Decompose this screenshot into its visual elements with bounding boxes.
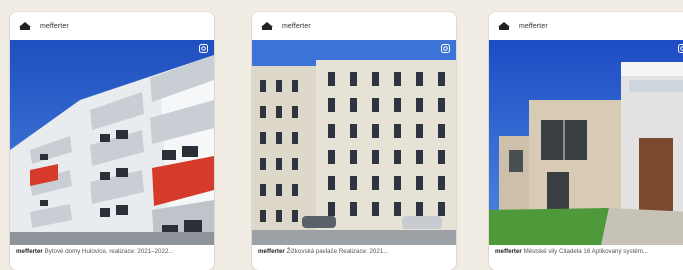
instagram-post-card[interactable]: mefferter: [10, 12, 214, 270]
post-header: mefferter: [489, 12, 683, 40]
post-caption: mefferter Městské vily Citadela 16 Aplik…: [495, 248, 683, 256]
post-caption: mefferter Žižkovská pavlače Realizace: 2…: [258, 248, 448, 256]
instagram-post-card[interactable]: mefferter mefferter Žižkovská pavlače Re: [252, 12, 456, 270]
caption-handle[interactable]: mefferter: [258, 248, 285, 255]
instagram-icon: [441, 44, 450, 53]
caption-handle[interactable]: mefferter: [495, 248, 522, 255]
instagram-icon: [678, 44, 683, 53]
caption-text: Městské vily Citadela 16 Aplikovaný syst…: [524, 248, 649, 255]
brand-logo-icon: [497, 21, 511, 31]
post-author-handle[interactable]: mefferter: [519, 23, 548, 30]
caption-handle[interactable]: mefferter: [16, 248, 43, 255]
post-image[interactable]: [489, 40, 683, 245]
caption-text: Bytové domy Hulovice, realizace: 2021–20…: [45, 248, 174, 255]
caption-text: Žižkovská pavlače Realizace: 2021...: [287, 248, 389, 255]
post-caption: mefferter Bytové domy Hulovice, realizac…: [16, 248, 206, 256]
post-author-handle[interactable]: mefferter: [282, 23, 311, 30]
post-image[interactable]: [252, 40, 456, 245]
post-header: mefferter: [10, 12, 214, 40]
post-image[interactable]: [10, 40, 214, 245]
brand-logo-icon: [18, 21, 32, 31]
brand-logo-icon: [260, 21, 274, 31]
post-header: mefferter: [252, 12, 456, 40]
instagram-icon: [199, 44, 208, 53]
instagram-post-card[interactable]: mefferter mefferter Městské vily Citadel…: [489, 12, 683, 270]
post-author-handle[interactable]: mefferter: [40, 23, 69, 30]
